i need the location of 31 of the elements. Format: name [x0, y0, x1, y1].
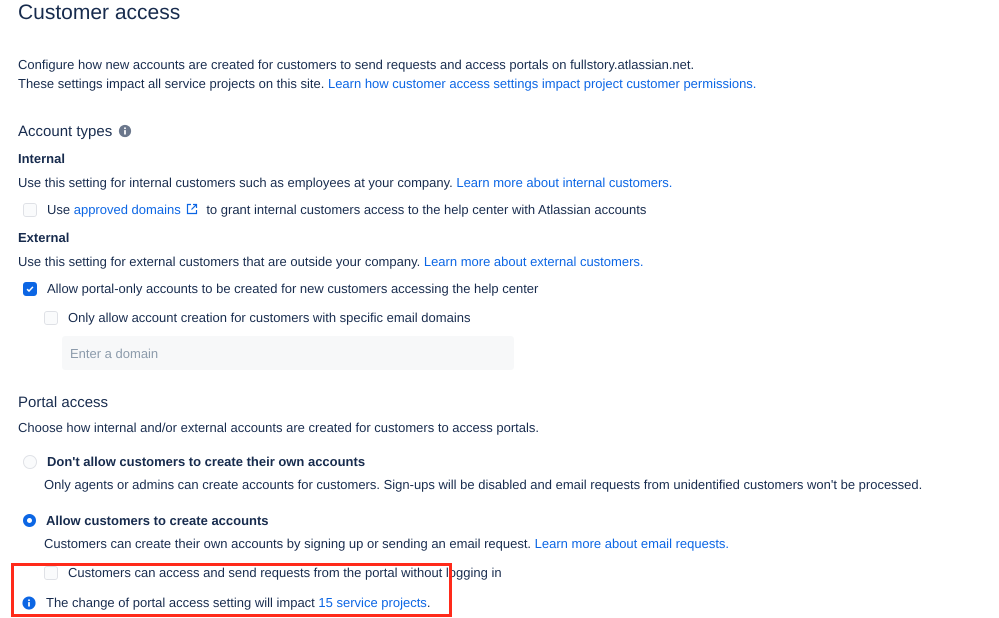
group-label: Internal	[18, 151, 65, 167]
external-link-icon[interactable]	[186, 203, 198, 215]
section-description: Choose how internal and/or external accounts are created for customers to access portals.	[18, 420, 539, 436]
check-icon	[25, 284, 35, 294]
learn-more-link[interactable]: Learn more about email requests.	[534, 536, 730, 551]
group-description: Use this setting for internal customers such as employees at your company. Learn more about internal customers.	[18, 175, 672, 191]
radio-label: Don't allow customers to create their own accounts	[47, 454, 366, 469]
approved-domains-link[interactable]: approved domains	[74, 202, 181, 217]
notice-text: The change of portal access setting will impact 15 service projects.	[46, 595, 430, 610]
service-projects-link[interactable]: 15 service projects	[318, 595, 427, 610]
info-icon[interactable]	[118, 124, 132, 138]
option-description: Only agents or admins can create accounts for customers. Sign-ups will be disabled and email requests from unidentified customers won't be processed.	[44, 477, 922, 493]
section-heading: Portal access	[18, 394, 108, 410]
info-icon	[22, 596, 36, 610]
checkbox[interactable]	[23, 282, 37, 296]
section-heading: Account types	[18, 122, 112, 140]
page-title: Customer access	[18, 0, 180, 25]
group-label: External	[18, 230, 70, 246]
intro-text: These settings impact all service projects on this site. Learn how customer access settings impact project customer permissions.	[18, 75, 756, 93]
checkbox-label: Only allow account creation for customers with specific email domains	[68, 310, 470, 326]
option-description: Customers can create their own accounts by signing up or sending an email request. Learn more about email requests.	[44, 536, 730, 552]
learn-more-link[interactable]: Learn more about internal customers.	[456, 175, 672, 190]
group-description: Use this setting for external customers that are outside your company. Learn more about external customers.	[18, 254, 644, 270]
radio-label: Allow customers to create accounts	[46, 513, 269, 528]
intro-text: Configure how new accounts are created for customers to send requests and access portals on fullstory.atlassian.net.	[18, 56, 694, 74]
learn-more-link[interactable]: Learn more about external customers.	[424, 254, 644, 269]
checkbox-label: Use approved domains to grant internal customers access to the help center with Atlassian accounts	[47, 202, 646, 218]
help-link[interactable]: Learn how customer access settings impact project customer permissions.	[328, 76, 756, 91]
radio-button[interactable]	[23, 514, 36, 527]
checkbox-label: Allow portal-only accounts to be created for new customers accessing the help center	[47, 281, 538, 297]
domain-input-field[interactable]: Enter a domain	[62, 336, 514, 370]
